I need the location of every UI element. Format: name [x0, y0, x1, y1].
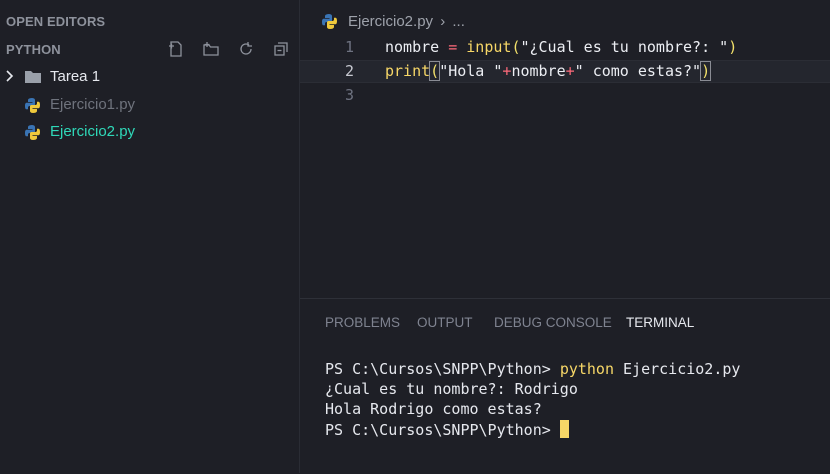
- tree-file-ejercicio1[interactable]: Ejercicio1.py: [0, 92, 299, 118]
- tab-terminal[interactable]: TERMINAL: [626, 315, 694, 330]
- terminal-output: Hola Rodrigo como estas?: [325, 400, 542, 418]
- terminal-input-line[interactable]: PS C:\Cursos\SNPP\Python>: [325, 420, 569, 439]
- code-text: print("Hola "+nombre+" como estas?"): [385, 61, 712, 81]
- python-file-icon: [321, 13, 338, 35]
- tree-folder-tarea-1[interactable]: Tarea 1: [0, 64, 299, 90]
- terminal-prompt: PS C:\Cursos\SNPP\Python>: [325, 421, 560, 439]
- line-number: 1: [344, 38, 354, 56]
- new-file-icon[interactable]: [166, 39, 186, 59]
- terminal-cursor: [559, 420, 569, 438]
- tab-debug-console[interactable]: DEBUG CONSOLE: [494, 315, 612, 330]
- refresh-icon[interactable]: [236, 39, 256, 59]
- tree-item-label: Ejercicio1.py: [50, 96, 136, 113]
- chevron-right-icon: [4, 68, 16, 88]
- open-editors-header[interactable]: OPEN EDITORS: [6, 14, 105, 29]
- explorer-sidebar: OPEN EDITORS PYTHON Tarea 1 Ejercicio1.p…: [0, 0, 300, 473]
- line-number: 2: [344, 62, 354, 80]
- breadcrumb: Ejercicio2.py › ...: [348, 13, 465, 30]
- folder-icon: [24, 69, 42, 88]
- tab-problems[interactable]: PROBLEMS: [325, 315, 400, 330]
- terminal-output: ¿Cual es tu nombre?: Rodrigo: [325, 380, 578, 398]
- terminal-command-arg: Ejercicio2.py: [614, 360, 741, 378]
- code-line-current[interactable]: 2 print("Hola "+nombre+" como estas?"): [300, 60, 830, 83]
- breadcrumb-bar: Ejercicio2.py › ...: [300, 0, 830, 36]
- python-file-icon: [24, 97, 41, 118]
- code-editor[interactable]: Ejercicio2.py › ... 1 nombre = input("¿C…: [300, 0, 830, 297]
- terminal-line: PS C:\Cursos\SNPP\Python> python Ejercic…: [325, 360, 740, 378]
- workspace-header[interactable]: PYTHON: [6, 42, 61, 57]
- python-file-icon: [24, 124, 41, 145]
- terminal-prompt: PS C:\Cursos\SNPP\Python>: [325, 360, 560, 378]
- code-text: nombre = input("¿Cual es tu nombre?: "): [385, 38, 738, 56]
- line-number: 3: [344, 86, 354, 104]
- tree-item-label: Ejercicio2.py: [50, 123, 136, 140]
- tab-output[interactable]: OUTPUT: [417, 315, 473, 330]
- breadcrumb-more[interactable]: ...: [452, 13, 465, 30]
- new-folder-icon[interactable]: [201, 39, 221, 59]
- code-line[interactable]: 3: [300, 84, 830, 107]
- tree-file-ejercicio2[interactable]: Ejercicio2.py: [0, 119, 299, 145]
- code-line[interactable]: 1 nombre = input("¿Cual es tu nombre?: "…: [300, 36, 830, 59]
- breadcrumb-separator: ›: [440, 13, 446, 30]
- breadcrumb-file[interactable]: Ejercicio2.py: [348, 13, 433, 30]
- terminal-command: python: [559, 360, 614, 378]
- tree-item-label: Tarea 1: [50, 68, 101, 85]
- bottom-panel: PROBLEMS OUTPUT DEBUG CONSOLE TERMINAL P…: [300, 298, 830, 474]
- collapse-all-icon[interactable]: [271, 39, 291, 59]
